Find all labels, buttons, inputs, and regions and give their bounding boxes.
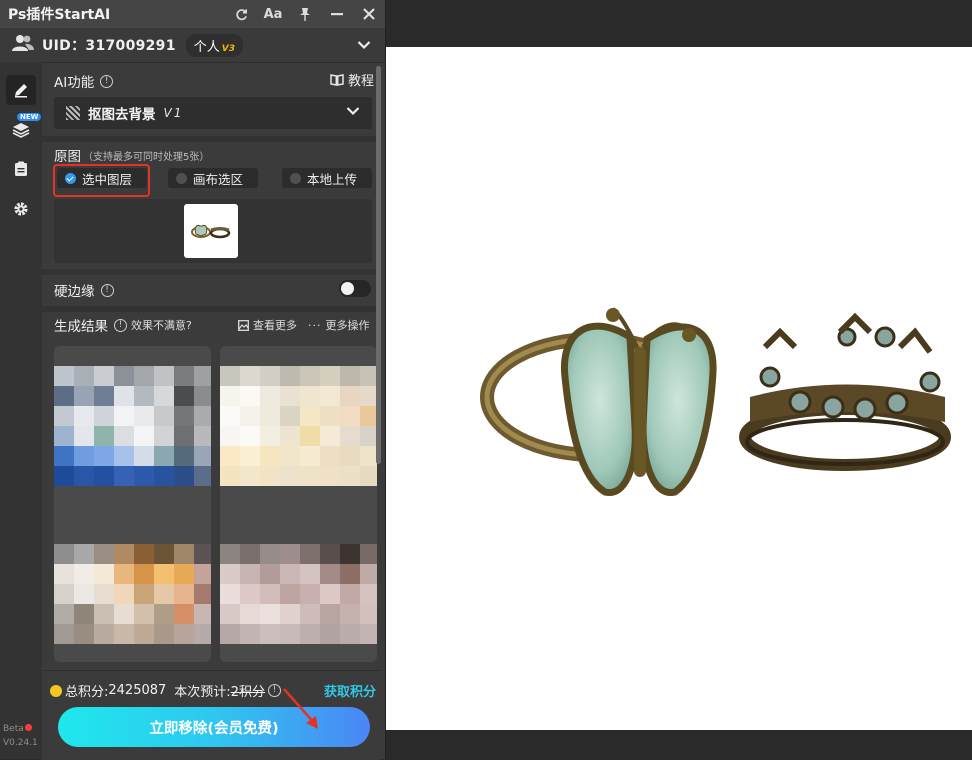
- hard-edge-row: 硬边缘 !: [54, 280, 114, 300]
- user-bar[interactable]: UID：317009291 个人 V3: [0, 28, 385, 63]
- footer: 总积分: 2425087 本次预计: 2积分 ! 获取积分 立即移除(会员免费): [42, 670, 380, 760]
- plan-badge: 个人 V3: [185, 33, 244, 57]
- hard-edge-label: 硬边缘: [54, 284, 95, 300]
- canvas-top-bar: [385, 0, 972, 47]
- close-icon[interactable]: [353, 0, 385, 28]
- get-points-link[interactable]: 获取积分: [324, 681, 376, 700]
- original-hint: （支持最多可同时处理5张）: [83, 151, 210, 163]
- plugin-panel: Ps插件StartAI Aa UID：317009291 个人 V3 NEW B…: [0, 0, 386, 760]
- function-dropdown[interactable]: 抠图去背景 V1: [54, 97, 372, 129]
- side-rail: NEW Beta V0.24.1: [0, 62, 42, 759]
- toggle-knob: [341, 282, 354, 295]
- option-label: 本地上传: [307, 171, 358, 187]
- result-preview: [220, 366, 377, 486]
- ai-function-label: AI功能: [54, 75, 95, 91]
- result-preview: [220, 544, 377, 644]
- estimate-value: 2积分: [230, 685, 265, 700]
- more-actions-label: 更多操作: [325, 319, 370, 332]
- results-label: 生成结果: [54, 319, 108, 335]
- plan-label: 个人: [193, 39, 220, 55]
- tutorial-label: 教程: [348, 74, 375, 89]
- hard-edge-toggle[interactable]: [339, 280, 371, 297]
- info-icon[interactable]: !: [100, 74, 114, 88]
- ellipsis-icon: ···: [308, 318, 322, 332]
- section-divider: [42, 269, 380, 275]
- pencil-icon: [15, 84, 27, 98]
- unsatisfied-link[interactable]: 效果不满意?: [131, 317, 192, 333]
- rings-image: [480, 307, 951, 496]
- section-divider: [42, 306, 380, 312]
- settings-tool-button[interactable]: [6, 194, 36, 224]
- result-card[interactable]: [220, 346, 377, 662]
- app-title: Ps插件StartAI: [8, 7, 111, 23]
- function-name: 抠图去背景: [88, 107, 156, 123]
- view-more-label: 查看更多: [253, 319, 297, 332]
- result-preview: [54, 544, 211, 644]
- gear-icon: [14, 202, 28, 216]
- function-version: V1: [163, 106, 184, 120]
- beta-label: Beta: [3, 724, 24, 734]
- view-more-link[interactable]: 查看更多: [238, 317, 297, 333]
- function-icon: [66, 106, 80, 120]
- canvas-bottom-bar: [385, 730, 972, 759]
- ai-function-header: AI功能 !: [54, 71, 114, 91]
- refresh-icon[interactable]: [225, 0, 257, 28]
- radio-icon: [176, 172, 187, 184]
- document-icon: [15, 161, 27, 176]
- font-size-icon[interactable]: Aa: [257, 0, 289, 28]
- info-icon[interactable]: !: [100, 283, 114, 297]
- history-tool-button[interactable]: [6, 154, 36, 184]
- option-local-upload[interactable]: 本地上传: [282, 168, 372, 188]
- source-thumbnail[interactable]: [184, 204, 238, 258]
- option-label: 画布选区: [193, 171, 244, 187]
- option-canvas-selection[interactable]: 画布选区: [168, 168, 258, 188]
- arrow-annotation-icon: [283, 688, 318, 729]
- user-uid: UID：317009291: [42, 38, 176, 54]
- title-bar: Ps插件StartAI Aa: [0, 0, 385, 28]
- result-preview: [54, 366, 211, 486]
- main-content: AI功能 ! 教程 抠图去背景 V1 原图 （支持最多可同时处理5张） 选中图层: [42, 62, 380, 759]
- canvas-document[interactable]: [385, 47, 972, 730]
- users-icon: [12, 34, 34, 56]
- chevron-down-icon[interactable]: [357, 39, 371, 54]
- total-points-label: 总积分:: [65, 685, 109, 700]
- update-dot: [24, 724, 32, 731]
- info-icon[interactable]: !: [114, 318, 127, 332]
- source-thumbnail-area: [54, 199, 372, 263]
- chevron-down-icon: [346, 105, 360, 120]
- pin-icon[interactable]: [289, 0, 321, 28]
- plan-version: V3: [221, 43, 236, 54]
- estimate-label: 本次预计:: [174, 685, 231, 700]
- new-tag: NEW: [17, 113, 42, 121]
- points-row: 总积分: 2425087 本次预计: 2积分 !: [50, 681, 281, 700]
- original-label: 原图: [54, 149, 81, 165]
- original-header: 原图 （支持最多可同时处理5张）: [54, 145, 209, 165]
- result-card[interactable]: [54, 346, 211, 662]
- tutorial-link[interactable]: 教程: [330, 70, 374, 89]
- version-label: V0.24.1: [3, 738, 38, 748]
- coin-icon: [50, 684, 62, 697]
- version-info: Beta V0.24.1: [3, 722, 38, 750]
- minimize-icon[interactable]: [321, 0, 353, 28]
- remove-button-label: 立即移除(会员免费): [149, 720, 279, 737]
- total-points-value: 2425087: [108, 683, 167, 698]
- panel-scrollbar[interactable]: [376, 66, 381, 464]
- edit-tool-button[interactable]: [6, 75, 36, 105]
- more-actions-link[interactable]: ··· 更多操作: [308, 317, 370, 333]
- layers-icon: [12, 123, 30, 138]
- book-icon: [330, 74, 344, 86]
- section-divider: [42, 136, 380, 142]
- highlight-box: [53, 164, 150, 197]
- results-header: 生成结果 ! 效果不满意?: [54, 315, 192, 335]
- radio-icon: [290, 172, 301, 184]
- image-icon: [238, 319, 249, 331]
